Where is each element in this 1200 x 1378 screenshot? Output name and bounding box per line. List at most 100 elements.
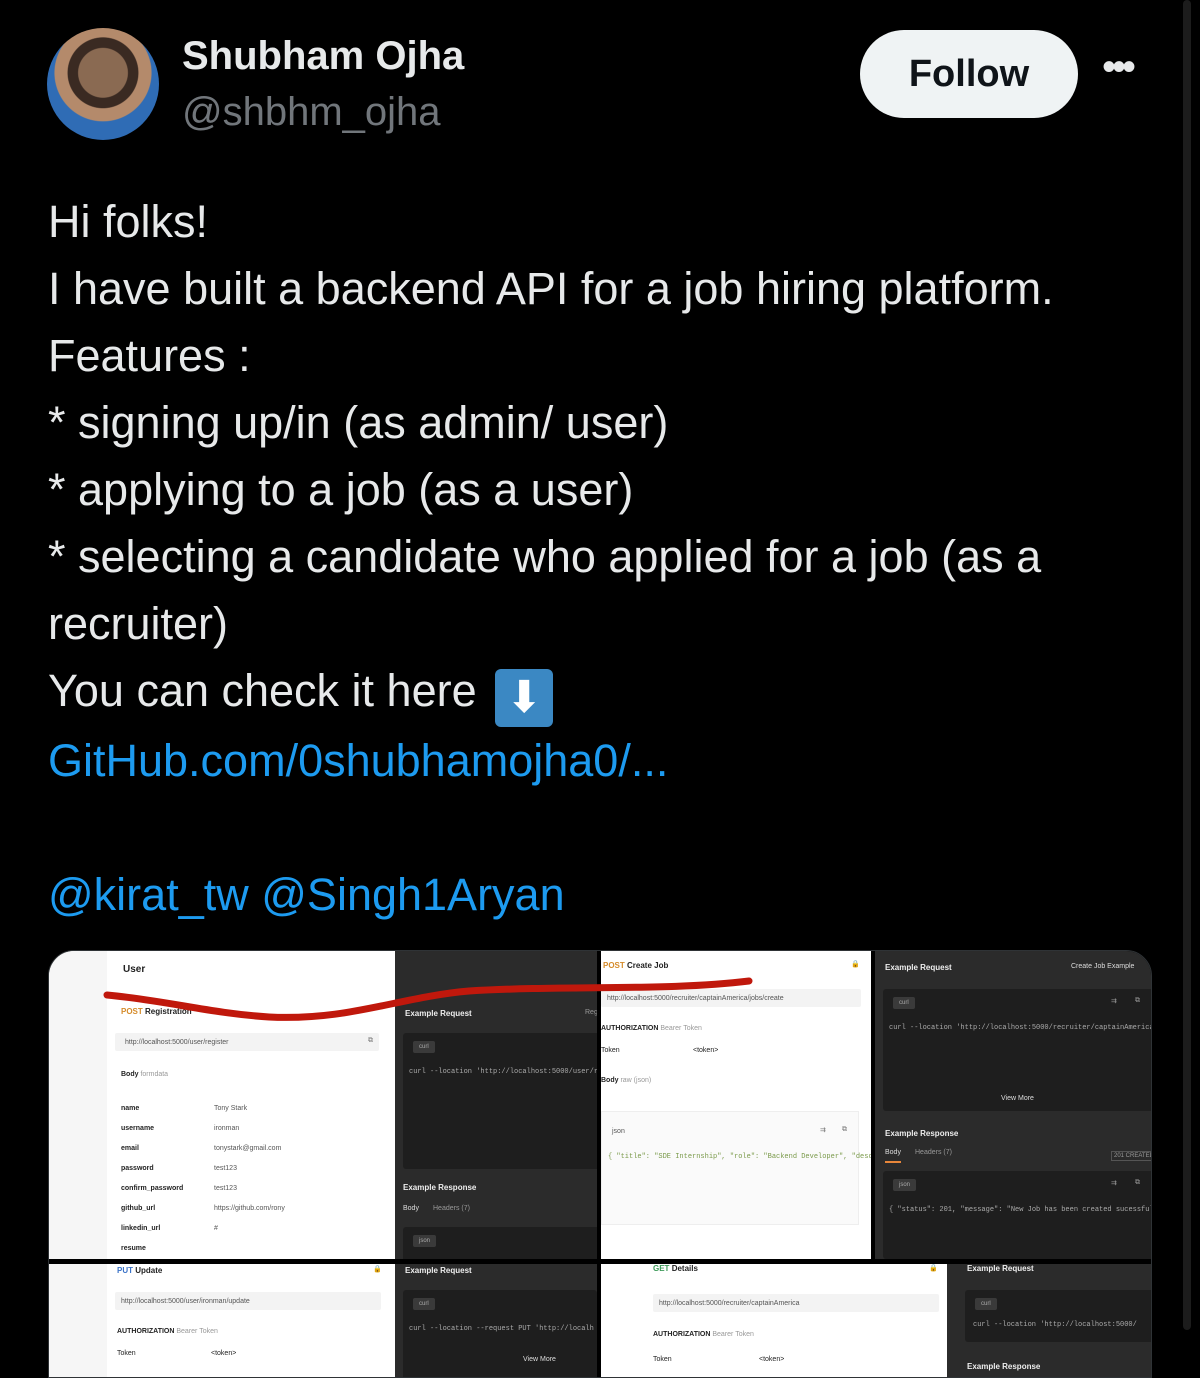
lang-pill[interactable]: curl [893,997,915,1009]
body-type: raw (json) [620,1077,652,1084]
api-doc-screenshot-create-job-example[interactable]: Example Request Create Job Example curl … [875,951,1152,1259]
wrap-icon[interactable]: ⇉ [820,1126,826,1134]
field-value: test123 [214,1185,237,1192]
copy-icon[interactable]: ⧉ [842,1126,847,1134]
api-doc-screenshot-update[interactable]: PUT Update 🔒 http://localhost:5000/user/… [49,1264,395,1377]
curl-code: curl --location 'http://localhost:5000/ [973,1321,1137,1329]
mention-link[interactable]: @kirat_tw [48,869,249,920]
token-value: <token> [759,1356,785,1363]
token-label: Token [117,1350,136,1357]
endpoint-url: http://localhost:5000/recruiter/captainA… [607,995,784,1002]
body-label: Body [601,1077,619,1084]
example-request-title: Example Request [885,963,952,972]
tab-headers[interactable]: Headers (7) [433,1205,470,1212]
tab-headers[interactable]: Headers (7) [915,1149,952,1156]
auth-label: AUTHORIZATION [653,1331,711,1338]
media-attachment[interactable]: User POST Registration http://localhost:… [48,950,1152,1378]
display-name[interactable]: Shubham Ojha [182,34,464,79]
response-block: json [403,1227,601,1259]
endpoint-url: http://localhost:5000/recruiter/captainA… [659,1300,800,1307]
api-doc-screenshot-details[interactable]: GET Details 🔒 http://localhost:5000/recr… [601,1264,947,1377]
lang-pill[interactable]: json [893,1179,917,1191]
lock-icon: 🔒 [929,1265,938,1272]
auth-row: AUTHORIZATION Bearer Token [117,1328,218,1335]
example-response-title: Example Response [885,1129,959,1138]
auth-row: AUTHORIZATION Bearer Token [653,1331,754,1338]
url-bar: http://localhost:5000/user/ironman/updat… [115,1292,381,1310]
copy-icon[interactable]: ⧉ [368,1037,373,1045]
field-key: linkedin_url [121,1225,161,1232]
follow-button[interactable]: Follow [860,30,1078,118]
copy-icon[interactable]: ⧉ [1135,1179,1140,1187]
active-tab-underline [885,1161,901,1163]
json-code: { "title": "SDE Internship", "role": "Ba… [608,1153,871,1161]
auth-row: AUTHORIZATION Bearer Token [601,1025,702,1032]
mentions: @kirat_tw @Singh1Aryan [48,861,1168,928]
field-value: https://github.com/rony [214,1205,285,1212]
api-doc-screenshot-create-job[interactable]: POST Create Job 🔒 http://localhost:5000/… [601,951,871,1259]
curl-code: curl --location 'http://localhost:5000/r… [889,1024,1152,1032]
endpoint-header: POST Create Job [603,961,668,970]
field-key: name [121,1105,140,1112]
method-badge: POST [603,961,625,970]
token-value: <token> [693,1047,719,1054]
lang-pill[interactable]: json [612,1128,625,1135]
url-bar: http://localhost:5000/recruiter/captainA… [601,989,861,1007]
field-value: Tony Stark [214,1105,248,1112]
token-label: Token [653,1356,672,1363]
tweet-header: Shubham Ojha @shbhm_ojha Follow ••• [0,0,1200,160]
scrollbar[interactable] [1183,0,1191,1330]
json-body-block: json ⇉ ⧉ { "title": "SDE Internship", "r… [601,1111,871,1225]
tweet-line: Features : [48,330,251,381]
auth-type: Bearer Token [176,1328,218,1335]
lang-pill[interactable]: curl [975,1298,997,1310]
lang-pill[interactable]: curl [413,1041,435,1053]
wrap-icon[interactable]: ⇉ [1111,1179,1117,1187]
endpoint-header: PUT Update [117,1266,162,1275]
example-request-title: Example Request [405,1009,472,1018]
status-badge: 201 CREATED [1111,1151,1151,1161]
field-key: password [121,1165,154,1172]
field-key: username [121,1125,155,1132]
field-key: confirm_password [121,1185,184,1192]
api-doc-screenshot-register-example[interactable]: Example Request Reg curl curl --location… [395,951,601,1259]
wrap-icon[interactable]: ⇉ [1111,997,1117,1005]
endpoint-header: POST Registration [121,1007,192,1016]
view-more-link[interactable]: View More [1001,1095,1034,1102]
api-doc-screenshot-details-example[interactable]: Example Request curl curl --location 'ht… [947,1264,1151,1377]
api-doc-screenshot-register[interactable]: User POST Registration http://localhost:… [49,951,395,1259]
endpoint-title: Details [671,1264,698,1273]
field-value: tonystark@gmail.com [214,1145,282,1152]
github-link[interactable]: GitHub.com/0shubhamojha0/... [48,727,1168,794]
api-doc-screenshot-update-example[interactable]: Example Request curl curl --location --r… [395,1264,597,1377]
tab-body[interactable]: Body [885,1149,901,1156]
code-block: curl curl --location 'http://localhost:5… [403,1033,601,1169]
tweet-line: * signing up/in (as admin/ user) [48,397,669,448]
avatar[interactable] [47,28,159,140]
lang-pill[interactable]: curl [413,1298,435,1310]
url-bar: http://localhost:5000/user/register ⧉ [115,1033,379,1051]
lang-pill[interactable]: json [413,1235,437,1247]
more-options-icon[interactable]: ••• [1102,47,1148,92]
tweet-text: Hi folks! I have built a backend API for… [48,188,1168,928]
example-selector[interactable]: Create Job Example [1071,963,1134,970]
field-value: # [214,1225,218,1232]
example-request-title: Example Request [967,1264,1034,1273]
field-key: resume [121,1245,146,1252]
example-request-title: Example Request [405,1266,472,1275]
method-badge: POST [121,1007,143,1016]
tweet-line: * applying to a job (as a user) [48,464,634,515]
view-more-link[interactable]: View More [523,1356,556,1363]
field-value: test123 [214,1165,237,1172]
auth-label: AUTHORIZATION [601,1025,659,1032]
body-type: formdata [140,1071,169,1078]
tab-body[interactable]: Body [403,1205,419,1212]
endpoint-header: GET Details [653,1264,698,1273]
curl-code: curl --location --request PUT 'http://lo… [409,1325,597,1333]
mention-link[interactable]: @Singh1Aryan [261,869,564,920]
copy-icon[interactable]: ⧉ [1135,997,1140,1005]
token-label: Token [601,1047,620,1054]
doc-sidebar [49,1264,107,1377]
user-handle[interactable]: @shbhm_ojha [182,90,441,135]
endpoint-url: http://localhost:5000/user/ironman/updat… [121,1298,250,1305]
